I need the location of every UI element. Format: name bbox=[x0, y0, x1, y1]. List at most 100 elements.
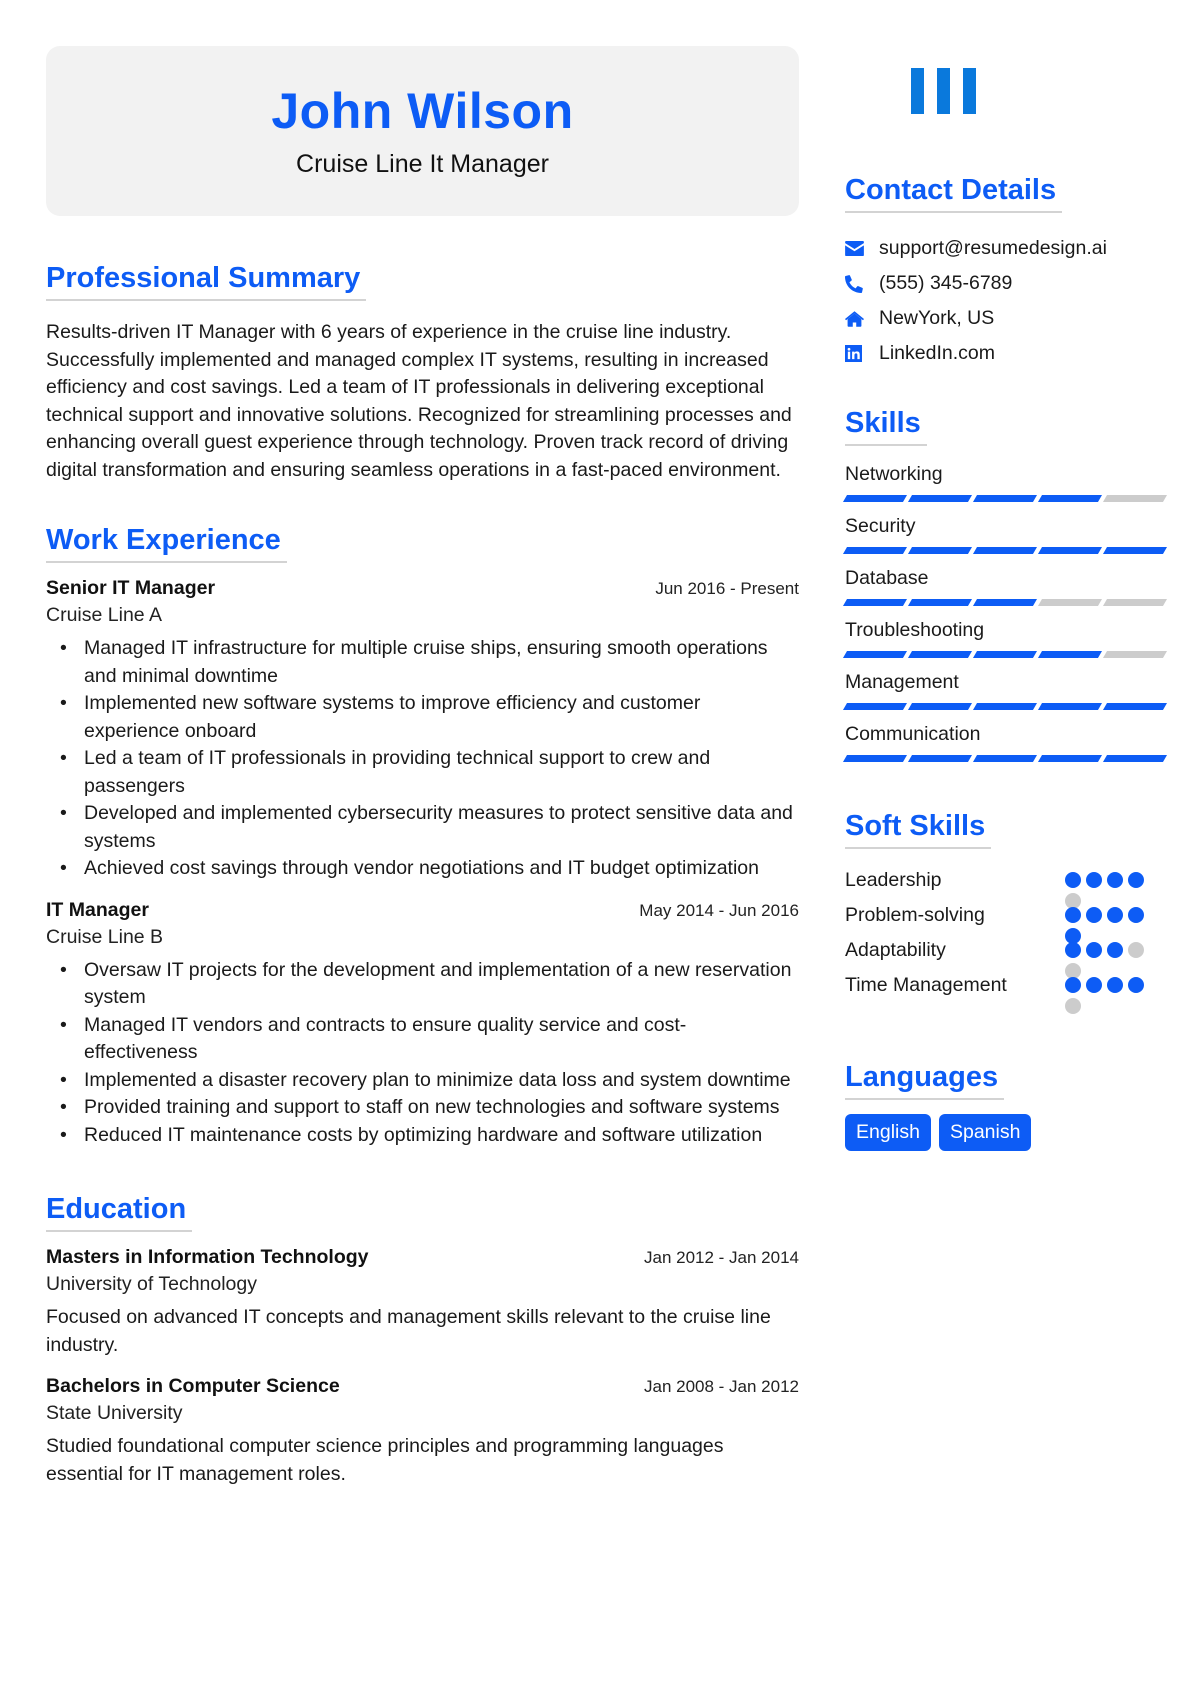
skill-item: Networking bbox=[842, 462, 1168, 502]
education-dates: Jan 2012 - Jan 2014 bbox=[643, 1248, 799, 1267]
job-entry: Senior IT Manager Jun 2016 - Present Cruis… bbox=[46, 577, 799, 883]
candidate-name: John Wilson bbox=[271, 83, 574, 139]
skill-segment-filled bbox=[1037, 755, 1103, 762]
skill-segment-empty bbox=[1102, 651, 1168, 658]
education-header: Masters in Information Technology Jan 201… bbox=[46, 1246, 799, 1269]
contact-text[interactable]: support@resumedesign.ai bbox=[879, 237, 1107, 260]
degree: Masters in Information Technology bbox=[46, 1246, 369, 1268]
rating-dot-filled bbox=[1107, 872, 1123, 888]
section-title: Soft Skills bbox=[845, 810, 992, 849]
envelope-icon bbox=[845, 241, 879, 256]
rating-dot-empty bbox=[1065, 998, 1081, 1014]
section-title: Professional Summary bbox=[46, 262, 367, 301]
skill-level-bar bbox=[842, 651, 1168, 658]
skill-name: Security bbox=[845, 515, 916, 537]
soft-skill-name: Problem-solving bbox=[845, 904, 985, 926]
soft-skills-section: Soft Skills Leadership Problem-solving Ada… bbox=[845, 810, 1165, 1014]
skill-segment-filled bbox=[972, 651, 1038, 658]
school-name: University of Technology bbox=[46, 1273, 257, 1295]
soft-skill-rating bbox=[1065, 977, 1153, 1014]
skill-segment-filled bbox=[1102, 703, 1168, 710]
skill-segment-filled bbox=[1037, 495, 1103, 502]
section-title: Education bbox=[46, 1193, 193, 1232]
bullet-item: Implemented new software systems to impr… bbox=[46, 690, 799, 745]
skill-name: Troubleshooting bbox=[845, 619, 985, 641]
skill-segment-filled bbox=[1037, 703, 1103, 710]
skill-segment-filled bbox=[972, 547, 1038, 554]
job-title: IT Manager bbox=[46, 898, 149, 921]
job-title: Senior IT Manager bbox=[46, 577, 216, 599]
skill-segment-filled bbox=[842, 547, 908, 554]
soft-skill-item: Adaptability bbox=[845, 933, 1165, 979]
skill-item: Security bbox=[842, 514, 1168, 554]
education-entry: Masters in Information Technology Jan 201… bbox=[46, 1246, 799, 1359]
skill-item: Troubleshooting bbox=[842, 618, 1168, 658]
skill-segment-filled bbox=[907, 755, 973, 762]
soft-skill-item: Time Management bbox=[845, 968, 1165, 1014]
education-section: Education Masters in Information Technol… bbox=[46, 1193, 799, 1488]
job-header: IT Manager May 2014 - Jun 2016 bbox=[46, 899, 799, 922]
soft-skill-name: Adaptability bbox=[845, 939, 946, 961]
rating-dot-filled bbox=[1107, 977, 1123, 993]
skill-segment-filled bbox=[972, 703, 1038, 710]
section-title: Languages bbox=[845, 1061, 1005, 1100]
skill-level-bar bbox=[842, 755, 1168, 762]
bullet-item: Led a team of IT professionals in provid… bbox=[46, 745, 799, 800]
contact-text[interactable]: NewYork, US bbox=[879, 307, 994, 330]
education-header: Bachelors in Computer Science Jan 2008 - … bbox=[46, 1375, 799, 1398]
contact-text[interactable]: (555) 345-6789 bbox=[879, 272, 1012, 295]
skill-segment-filled bbox=[1037, 547, 1103, 554]
bullet-item: Achieved cost savings through vendor neg… bbox=[46, 855, 799, 883]
skill-name: Networking bbox=[845, 463, 943, 485]
section-title: Skills bbox=[845, 407, 927, 446]
skill-level-bar bbox=[842, 703, 1168, 710]
skill-segment-empty bbox=[1037, 599, 1103, 606]
soft-skill-item: Leadership bbox=[845, 863, 1165, 909]
degree: Bachelors in Computer Science bbox=[46, 1375, 340, 1397]
job-header: Senior IT Manager Jun 2016 - Present bbox=[46, 577, 799, 600]
contact-item: NewYork, US bbox=[845, 301, 1165, 336]
skill-segment-filled bbox=[842, 651, 908, 658]
contact-item: LinkedIn.com bbox=[845, 336, 1165, 371]
skill-name: Management bbox=[845, 671, 959, 693]
skills-section: Skills Networking Security Database Trouble… bbox=[842, 407, 1168, 762]
bullet-item: Reduced IT maintenance costs by optimizi… bbox=[46, 1122, 799, 1150]
bullet-item: Developed and implemented cybersecurity … bbox=[46, 800, 799, 855]
education-entry: Bachelors in Computer Science Jan 2008 - … bbox=[46, 1375, 799, 1488]
skill-segment-filled bbox=[907, 703, 973, 710]
school-name: State University bbox=[46, 1402, 183, 1424]
contact-text[interactable]: LinkedIn.com bbox=[879, 342, 995, 365]
skill-item: Management bbox=[842, 670, 1168, 710]
education-dates: Jan 2008 - Jan 2012 bbox=[643, 1377, 799, 1396]
language-badge: English bbox=[845, 1114, 931, 1151]
rating-dot-filled bbox=[1086, 977, 1102, 993]
skill-segment-filled bbox=[907, 599, 973, 606]
education-description: Studied foundational computer science pr… bbox=[46, 1435, 724, 1485]
skill-name: Communication bbox=[845, 723, 981, 745]
rating-dot-filled bbox=[1128, 907, 1144, 923]
contact-details-section: Contact Details support@resumedesign.ai (… bbox=[845, 174, 1165, 371]
resume-header: John Wilson Cruise Line It Manager bbox=[46, 46, 799, 216]
skill-level-bar bbox=[842, 495, 1168, 502]
section-title: Contact Details bbox=[845, 174, 1063, 213]
rating-dot-filled bbox=[1086, 942, 1102, 958]
skill-segment-filled bbox=[972, 755, 1038, 762]
rating-dot-filled bbox=[1128, 872, 1144, 888]
soft-skill-name: Leadership bbox=[845, 869, 942, 891]
main-column: John Wilson Cruise Line It Manager Profe… bbox=[46, 46, 799, 1488]
home-icon bbox=[845, 310, 879, 327]
summary-text: Results-driven IT Manager with 6 years o… bbox=[46, 321, 792, 481]
skill-level-bar bbox=[842, 599, 1168, 606]
skill-level-bar bbox=[842, 547, 1168, 554]
skill-segment-filled bbox=[972, 495, 1038, 502]
skill-segment-filled bbox=[1102, 755, 1168, 762]
education-description: Focused on advanced IT concepts and mana… bbox=[46, 1306, 771, 1356]
job-bullets: Oversaw IT projects for the development … bbox=[46, 957, 799, 1150]
skill-segment-filled bbox=[907, 547, 973, 554]
skill-name: Database bbox=[845, 567, 929, 589]
rating-dot-filled bbox=[1086, 907, 1102, 923]
sidebar: Contact Details support@resumedesign.ai (… bbox=[842, 46, 1168, 1151]
section-title: Work Experience bbox=[46, 524, 287, 563]
rating-dot-filled bbox=[1065, 872, 1081, 888]
job-entry: IT Manager May 2014 - Jun 2016 Cruise Line… bbox=[46, 899, 799, 1150]
